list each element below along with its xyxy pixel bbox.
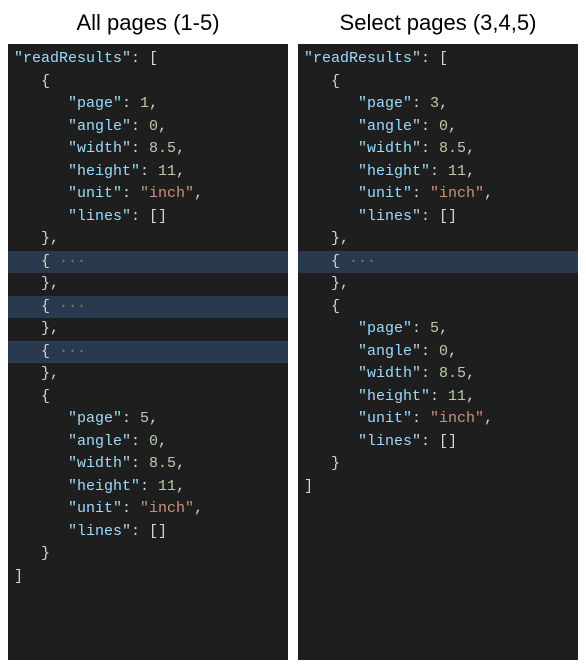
json-line: }, (8, 363, 288, 386)
json-line: "angle": 0, (298, 116, 578, 139)
folded-region[interactable]: { ··· (298, 251, 578, 274)
json-line: "width": 8.5, (298, 363, 578, 386)
json-line: "unit": "inch", (8, 183, 288, 206)
json-line: "readResults": [ (8, 48, 288, 71)
json-line: { (8, 71, 288, 94)
json-line: "height": 11, (8, 476, 288, 499)
json-line: "angle": 0, (298, 341, 578, 364)
panel-title-all: All pages (1-5) (8, 10, 288, 36)
json-line: "lines": [] (8, 206, 288, 229)
folded-region[interactable]: { ··· (8, 251, 288, 274)
json-line: { (298, 296, 578, 319)
json-line: } (298, 453, 578, 476)
json-line: "height": 11, (298, 386, 578, 409)
json-line: }, (8, 273, 288, 296)
json-line: "readResults": [ (298, 48, 578, 71)
json-line: }, (298, 228, 578, 251)
json-line: "page": 5, (8, 408, 288, 431)
json-line: "height": 11, (8, 161, 288, 184)
json-line: }, (8, 228, 288, 251)
json-line: ] (8, 566, 288, 589)
json-line: } (8, 543, 288, 566)
json-line: "lines": [] (298, 431, 578, 454)
panel-all-pages: All pages (1-5) "readResults": [ { "page… (8, 10, 288, 660)
json-line: "unit": "inch", (298, 183, 578, 206)
code-block-all: "readResults": [ { "page": 1, "angle": 0… (8, 44, 288, 660)
json-line: }, (8, 318, 288, 341)
json-line: "page": 5, (298, 318, 578, 341)
json-line: "angle": 0, (8, 431, 288, 454)
panel-select-pages: Select pages (3,4,5) "readResults": [ { … (298, 10, 578, 660)
json-line: }, (298, 273, 578, 296)
json-line: "height": 11, (298, 161, 578, 184)
json-line: "unit": "inch", (8, 498, 288, 521)
json-line: "page": 3, (298, 93, 578, 116)
json-line: "lines": [] (8, 521, 288, 544)
json-line: { (298, 71, 578, 94)
code-block-select: "readResults": [ { "page": 3, "angle": 0… (298, 44, 578, 660)
json-line: { (8, 386, 288, 409)
json-line: "width": 8.5, (8, 453, 288, 476)
json-line: "width": 8.5, (298, 138, 578, 161)
json-line: ] (298, 476, 578, 499)
json-line: "angle": 0, (8, 116, 288, 139)
folded-region[interactable]: { ··· (8, 341, 288, 364)
folded-region[interactable]: { ··· (8, 296, 288, 319)
json-line: "lines": [] (298, 206, 578, 229)
json-line: "width": 8.5, (8, 138, 288, 161)
json-line: "page": 1, (8, 93, 288, 116)
json-line: "unit": "inch", (298, 408, 578, 431)
panel-title-select: Select pages (3,4,5) (298, 10, 578, 36)
